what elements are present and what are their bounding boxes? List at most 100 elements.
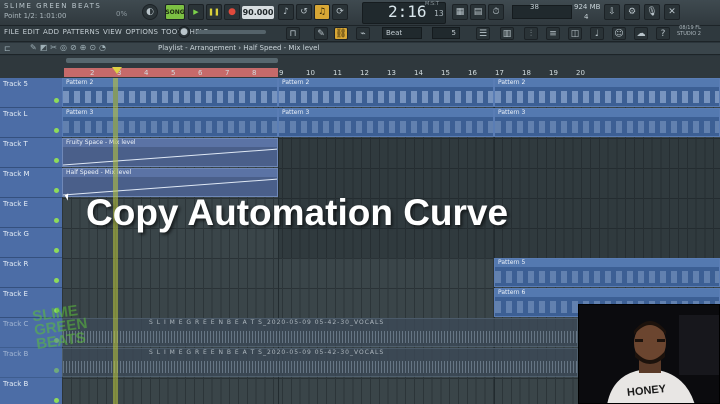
video-caption: Copy Automation Curve (86, 192, 509, 233)
mixer-icon[interactable]: ☰ (476, 27, 490, 40)
snap-value[interactable]: 5 (432, 27, 460, 39)
track-header-column: Track 5 Track L Track T Track M Track E … (0, 78, 62, 404)
ruler-numbers: 2 3 4 5 6 7 8 9 10 11 12 13 14 15 16 17 … (64, 69, 720, 78)
ruler-bar-number: 2 (90, 69, 95, 77)
track-header[interactable]: Track 5 (0, 78, 62, 108)
track-name: Track C (3, 320, 29, 328)
piano-icon[interactable]: ▤ (470, 4, 486, 20)
person-icon[interactable]: ☺ (612, 27, 626, 40)
plugin-icon[interactable]: ◫ (568, 27, 582, 40)
track-mute-led-icon[interactable] (54, 248, 59, 253)
version-badge: 08/19 FL STUDIO 2 (677, 25, 701, 37)
track-header[interactable]: Track B (0, 378, 62, 404)
track-header[interactable]: Track L (0, 108, 62, 138)
settings-icon[interactable]: ⚙ (624, 4, 640, 20)
horizontal-scrollbar[interactable] (66, 58, 278, 63)
clip-notes (495, 91, 719, 103)
clip-label: Half Speed - Mix level (63, 169, 277, 177)
automation-curve[interactable] (63, 147, 278, 167)
clip-notes (495, 271, 719, 283)
audio-waveform (63, 361, 577, 373)
pitch-knob-icon[interactable]: ● (178, 26, 190, 38)
pause-icon: ❚❚ (208, 8, 220, 16)
time-format-label: M:S:T (425, 1, 439, 7)
track-mute-led-icon[interactable] (54, 188, 59, 193)
playhead-marker[interactable] (112, 67, 122, 74)
loop-record-icon[interactable]: ⟳ (332, 4, 348, 20)
browser-icon[interactable]: ≡ (546, 27, 560, 40)
pattern-clip[interactable]: Pattern 2 (62, 78, 278, 107)
sliders-icon[interactable]: ⫶ (524, 27, 538, 40)
ruler-bar-number: 18 (522, 69, 531, 77)
version-line2: STUDIO 2 (677, 31, 701, 37)
ruler-bar-number: 11 (333, 69, 342, 77)
track-name: Track E (3, 200, 28, 208)
step-edit-icon[interactable]: ♫ (314, 4, 330, 20)
ruler-bar-number: 17 (495, 69, 504, 77)
automation-clip[interactable]: Fruity Space - Mix level (62, 138, 278, 167)
track-header[interactable]: Track R (0, 258, 62, 288)
close-icon[interactable]: ✕ (664, 4, 680, 20)
clip-label: Pattern 3 (495, 109, 719, 117)
pattern-clip[interactable]: Pattern 3 (494, 108, 720, 137)
track-mute-led-icon[interactable] (54, 218, 59, 223)
ruler-bar-number: 19 (549, 69, 558, 77)
track-header[interactable]: Track T (0, 138, 62, 168)
track-name: Track G (3, 230, 29, 238)
master-pitch-slider[interactable] (196, 30, 266, 34)
cpu-value: 38 (530, 3, 539, 11)
track-mute-led-icon[interactable] (54, 158, 59, 163)
playlist-menu-icon[interactable]: ⊏ (4, 44, 11, 53)
track-name: Track T (3, 140, 28, 148)
wait-icon[interactable]: ⏱ (488, 4, 504, 20)
blend-notes-icon[interactable]: ↺ (296, 4, 312, 20)
ruler-bar-number: 7 (225, 69, 230, 77)
webcam-overlay: HONEY (578, 304, 720, 404)
track-name: Track E (3, 290, 28, 298)
pause-button[interactable]: ❚❚ (206, 4, 222, 20)
pattern-clip[interactable]: Pattern 2 (494, 78, 720, 107)
track-mute-led-icon[interactable] (54, 98, 59, 103)
link-icon[interactable]: ⛓ (334, 27, 348, 40)
pattern-icon[interactable]: ▦ (452, 4, 468, 20)
tempo-field[interactable]: 90.000 (242, 6, 274, 19)
track-header[interactable]: Track G (0, 228, 62, 258)
clip-label: Pattern 5 (495, 259, 719, 267)
record-mode-icon[interactable]: ⌁ (356, 27, 370, 40)
cpu-percent: 0% (116, 10, 128, 18)
playlist-title: Playlist - Arrangement › Half Speed - Mi… (158, 44, 320, 52)
clip-label: Fruity Space - Mix level (63, 139, 277, 147)
download-icon[interactable]: ⇩ (604, 4, 620, 20)
microphone-icon[interactable]: 🎙 (644, 4, 660, 20)
pattern-clip[interactable]: Pattern 5 (494, 258, 720, 287)
pattern-clip[interactable]: Pattern 3 (62, 108, 278, 137)
audio-clip[interactable]: S L I M E G R E E N B E A T S_2020-05-09… (62, 348, 578, 377)
master-volume-knob-icon[interactable]: ◐ (142, 4, 158, 20)
tempo-tap-icon[interactable]: ♩ (590, 27, 604, 40)
track-mute-led-icon[interactable] (54, 398, 59, 403)
ruler-bar-number: 16 (468, 69, 477, 77)
song-mode-button[interactable]: SONG (165, 4, 185, 20)
playlist-tools[interactable]: ✎◩✂◎⊘⊕⊙◔ (30, 43, 109, 52)
track-header[interactable]: Track M (0, 168, 62, 198)
metronome-icon[interactable]: ♪ (278, 4, 294, 20)
track-mute-led-icon[interactable] (54, 128, 59, 133)
play-button[interactable]: ▶ (188, 4, 204, 20)
track-header[interactable]: Track B (0, 348, 62, 378)
track-mute-led-icon[interactable] (54, 278, 59, 283)
draw-tool-icon[interactable]: ✎ (314, 27, 328, 40)
pattern-clip[interactable]: Pattern 3 (278, 108, 494, 137)
online-icon[interactable]: ☁ (634, 27, 648, 40)
snap-select[interactable]: Beat (382, 27, 422, 39)
clip-notes (63, 91, 277, 103)
snap-magnet-icon[interactable]: ⊓ (286, 27, 300, 40)
record-button[interactable]: ● (224, 4, 240, 20)
time-ticks: 13 (434, 9, 444, 18)
clip-notes (279, 91, 493, 103)
channel-rack-icon[interactable]: ▥ (500, 27, 514, 40)
help-icon[interactable]: ? (656, 27, 670, 40)
pattern-clip[interactable]: Pattern 2 (278, 78, 494, 107)
track-header[interactable]: Track E (0, 198, 62, 228)
ruler-bar-number: 6 (198, 69, 203, 77)
track-mute-led-icon[interactable] (54, 368, 59, 373)
